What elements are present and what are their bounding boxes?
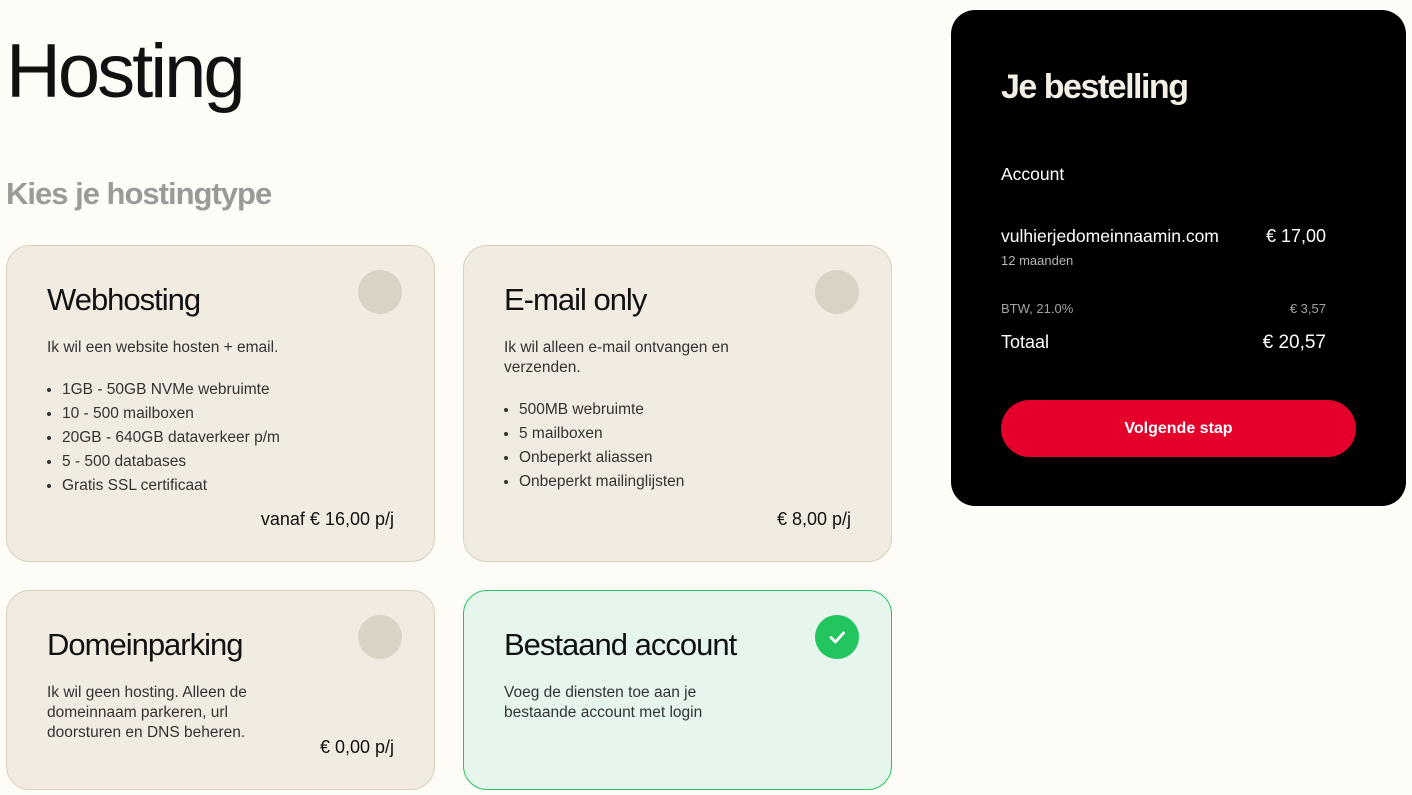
plan-feature-list: 1GB - 50GB NVMe webruimte 10 - 500 mailb… bbox=[62, 378, 280, 498]
order-title: Je bestelling bbox=[1001, 68, 1189, 106]
plan-feature-list: 500MB webruimte 5 mailboxen Onbeperkt al… bbox=[519, 398, 684, 494]
order-summary-panel: Je bestelling Account vulhierjedomeinnaa… bbox=[951, 10, 1406, 506]
order-item-price: € 17,00 bbox=[1265, 226, 1326, 246]
radio-indicator[interactable] bbox=[358, 270, 402, 314]
total-label: Totaal bbox=[1001, 332, 1050, 352]
plan-title: Domeinparking bbox=[47, 627, 243, 662]
plan-feature: Gratis SSL certificaat bbox=[62, 474, 280, 498]
plan-feature: Onbeperkt mailinglijsten bbox=[519, 470, 684, 494]
check-icon[interactable] bbox=[815, 615, 859, 659]
plan-description: Ik wil alleen e-mail ontvangen en verzen… bbox=[504, 339, 729, 376]
plan-card-webhosting[interactable]: Webhosting Ik wil een website hosten + e… bbox=[6, 245, 435, 562]
hosting-type-heading: Kies je hostingtype bbox=[6, 176, 272, 211]
plan-feature: 500MB webruimte bbox=[519, 398, 684, 422]
plan-price: € 0,00 p/j bbox=[319, 737, 394, 757]
checkmark-glyph bbox=[829, 631, 845, 644]
tax-value: € 3,57 bbox=[1289, 301, 1326, 316]
order-item-name: vulhierjedomeinnaamin.com bbox=[1001, 226, 1219, 246]
plan-feature: 20GB - 640GB dataverkeer p/m bbox=[62, 426, 280, 450]
page-title: Hosting bbox=[6, 29, 246, 114]
plan-feature: Onbeperkt aliassen bbox=[519, 446, 684, 470]
plan-description: Ik wil een website hosten + email. bbox=[47, 339, 279, 356]
order-section-label: Account bbox=[1001, 164, 1065, 184]
plan-price: vanaf € 16,00 p/j bbox=[260, 509, 394, 529]
order-tax-row: BTW, 21.0% € 3,57 bbox=[1001, 301, 1326, 316]
radio-indicator[interactable] bbox=[815, 270, 859, 314]
radio-indicator[interactable] bbox=[358, 615, 402, 659]
plan-feature: 10 - 500 mailboxen bbox=[62, 402, 280, 426]
order-line-item: vulhierjedomeinnaamin.com € 17,00 bbox=[1001, 226, 1326, 247]
total-value: € 20,57 bbox=[1262, 332, 1326, 353]
next-step-button[interactable]: Volgende stap bbox=[1001, 400, 1356, 457]
plan-card-email-only[interactable]: E-mail only Ik wil alleen e-mail ontvang… bbox=[463, 245, 892, 562]
plan-card-domeinparking[interactable]: Domeinparking Ik wil geen hosting. Allee… bbox=[6, 590, 435, 790]
plan-title: Webhosting bbox=[47, 282, 201, 317]
plan-price: € 8,00 p/j bbox=[776, 509, 851, 529]
plan-title: E-mail only bbox=[504, 282, 647, 317]
tax-label: BTW, 21.0% bbox=[1001, 301, 1074, 316]
order-item-period: 12 maanden bbox=[1001, 253, 1074, 268]
plan-card-bestaand-account[interactable]: Bestaand account Voeg de diensten toe aa… bbox=[463, 590, 892, 790]
plan-feature: 5 - 500 databases bbox=[62, 450, 280, 474]
plan-title: Bestaand account bbox=[504, 627, 737, 662]
order-total-row: Totaal € 20,57 bbox=[1001, 332, 1326, 354]
plan-feature: 5 mailboxen bbox=[519, 422, 684, 446]
plan-description: Voeg de diensten toe aan je bestaande ac… bbox=[504, 684, 703, 721]
plan-feature: 1GB - 50GB NVMe webruimte bbox=[62, 378, 280, 402]
plan-description: Ik wil geen hosting. Alleen de domeinnaa… bbox=[47, 684, 247, 741]
